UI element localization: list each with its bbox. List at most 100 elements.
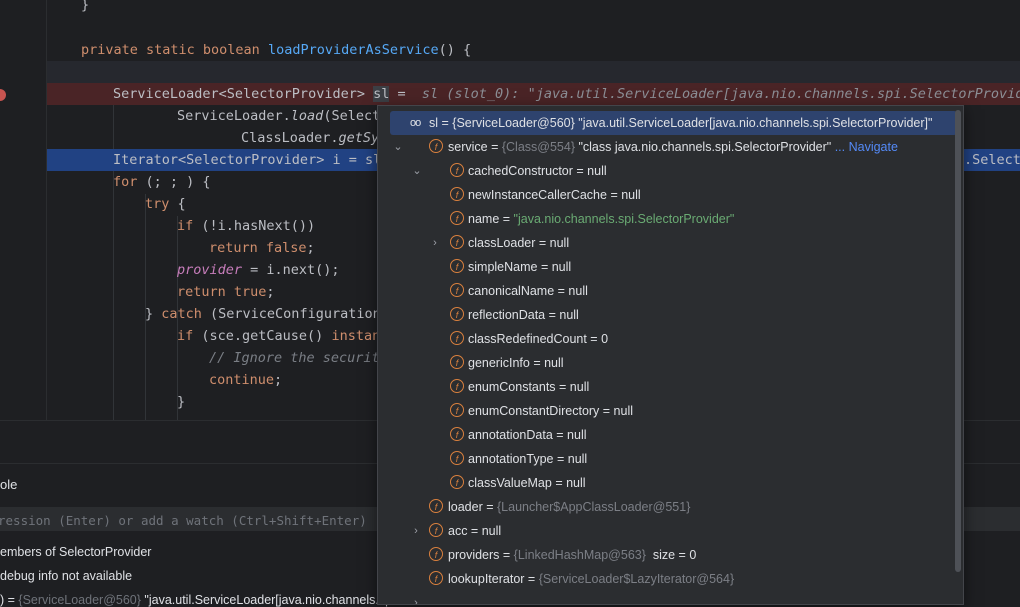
code-text: { [169, 196, 186, 212]
tree-row-loader[interactable]: › f loader = {Launcher$AppClassLoader@55… [378, 495, 951, 537]
var-name: acc [448, 524, 468, 538]
var-name: service [448, 140, 488, 154]
keyword: private static boolean [81, 42, 260, 58]
code-text: ServiceLoader<SelectorProvider> [113, 86, 365, 102]
var-ref: {LinkedHashMap@563} [513, 548, 646, 562]
tab-console[interactable]: ole [0, 477, 17, 492]
var-name: name [468, 212, 500, 226]
variable-value: "java.util.ServiceLoader[java.nio.channe… [144, 593, 395, 607]
tree-row-field[interactable]: f canonicalName = null [378, 279, 951, 303]
var-name: loader [448, 500, 483, 514]
code-line[interactable]: } [47, 0, 1020, 16]
code-text: Iterator<SelectorProvider> i = sl [113, 152, 382, 168]
tree-row-text: classRedefinedCount = 0 [468, 327, 608, 351]
code-text: ; [266, 284, 275, 300]
field-icon: f [450, 163, 464, 177]
tree-row-field[interactable]: f classValueMap = null [378, 471, 951, 495]
tree-row-field[interactable]: f classRedefinedCount = 0 [378, 327, 951, 351]
code-text: (!i.hasNext()) [193, 218, 316, 234]
breakpoint-icon[interactable] [0, 89, 6, 101]
code-line-current[interactable] [47, 61, 1020, 83]
tree-row-lookup-iterator[interactable]: › f lookupIterator = {ServiceLoader$Lazy… [378, 567, 951, 604]
tree-row-field[interactable]: f classLoader = null [378, 231, 951, 255]
var-name: canonicalName [468, 284, 555, 298]
var-value: = null [551, 476, 586, 490]
variable-row[interactable]: ) = {ServiceLoader@560} "java.util.Servi… [0, 593, 395, 607]
field-lock-icon: f [450, 235, 464, 249]
field-icon: f [450, 403, 464, 417]
tree-row-field[interactable]: f reflectionData = null [378, 303, 951, 327]
code-text: if (!i.hasNext()) [177, 215, 315, 237]
keyword: if [177, 328, 194, 344]
tree-row-field[interactable]: › f name = "java.nio.channels.spi.Select… [378, 207, 951, 249]
code-text: return false; [209, 237, 315, 259]
tree-row-field[interactable]: f enumConstantDirectory = null [378, 399, 951, 423]
editor-gutter[interactable] [0, 0, 46, 420]
code-text: (sce.getCause() [193, 328, 332, 344]
tree-row-text: annotationData = null [468, 423, 587, 447]
tree-row-text: annotationType = null [468, 447, 587, 471]
var-value: = null [537, 260, 572, 274]
tree-row-field[interactable]: f newInstanceCallerCache = null [378, 183, 951, 207]
static-call: getSy [338, 130, 380, 146]
tree-row-acc[interactable]: f acc = null [378, 519, 951, 543]
tree-row-field[interactable]: f annotationType = null [378, 447, 951, 471]
tree-row-text: enumConstants = null [468, 375, 589, 399]
var-eq: = [524, 572, 539, 586]
tree-row-text: providers = {LinkedHashMap@563} size = 0 [448, 543, 696, 567]
tree-row-text: cachedConstructor = null [468, 159, 607, 183]
field-lock-icon: f [429, 499, 443, 513]
code-text: = [389, 86, 406, 102]
code-line[interactable]: private static boolean loadProviderAsSer… [47, 39, 1020, 61]
code-text: .Select [964, 152, 1020, 168]
variable-highlight[interactable]: sl [373, 86, 390, 102]
var-name: providers [448, 548, 500, 562]
var-name: lookupIterator [448, 572, 525, 586]
tree-row-field[interactable]: f cachedConstructor = null [378, 159, 951, 183]
var-value: = null [599, 404, 634, 418]
field-icon: f [450, 427, 464, 441]
var-ref: {Launcher$AppClassLoader@551} [497, 500, 691, 514]
code-text: try { [145, 193, 186, 215]
var-eq: = [499, 548, 514, 562]
field-lock-icon: f [429, 139, 443, 153]
var-value: = null [555, 380, 590, 394]
popup-scrollbar[interactable] [955, 110, 961, 572]
closing-brace: } [81, 0, 90, 13]
method-name: loadProviderAsService [267, 42, 439, 58]
keyword: continue [209, 372, 275, 388]
field-icon: f [450, 259, 464, 273]
tree-row-field[interactable]: f genericInfo = null [378, 351, 951, 375]
var-name: sl [429, 116, 439, 130]
var-eq: = [499, 212, 514, 226]
watch-expression-input[interactable] [0, 509, 380, 531]
var-value: = null [535, 236, 570, 250]
var-ref: {Class@554} [501, 140, 575, 154]
var-name: enumConstants [468, 380, 556, 394]
var-name: simpleName [468, 260, 538, 274]
tree-row-text: simpleName = null [468, 255, 571, 279]
var-name: annotationType [468, 452, 554, 466]
tree-row-field[interactable]: f annotationData = null [378, 423, 951, 447]
tree-row-sl[interactable]: ⌄ oo sl = {ServiceLoader@560} "java.util… [390, 111, 957, 153]
var-eq: = [438, 116, 453, 130]
code-line-breakpoint[interactable]: ServiceLoader<SelectorProvider> sl = sl … [47, 83, 1020, 105]
inline-debug-value: sl (slot_0): "java.util.ServiceLoader[ja… [421, 86, 1020, 102]
tree-row-service[interactable]: ⌄ f service = {Class@554} "class java.ni… [378, 135, 951, 177]
var-value: = null [467, 524, 502, 538]
keyword: try [145, 196, 170, 212]
var-value: = null [552, 428, 587, 442]
var-eq: = [482, 500, 497, 514]
field-reference: provider [177, 262, 243, 278]
keyword: for [113, 174, 138, 190]
code-comment: // Ignore the securit [209, 350, 380, 366]
tree-row-field[interactable]: f simpleName = null [378, 255, 951, 279]
field-icon: f [429, 571, 443, 585]
navigate-link[interactable]: ... Navigate [831, 140, 898, 154]
var-value: "java.util.ServiceLoader[java.nio.channe… [574, 116, 933, 130]
evaluate-popup: ⌄ oo sl = {ServiceLoader@560} "java.util… [377, 105, 964, 605]
tree-row-text: enumConstantDirectory = null [468, 399, 633, 423]
var-name: cachedConstructor [468, 164, 573, 178]
tree-row-field[interactable]: f enumConstants = null [378, 375, 951, 399]
tree-row-providers[interactable]: f providers = {LinkedHashMap@563} size =… [378, 543, 951, 567]
